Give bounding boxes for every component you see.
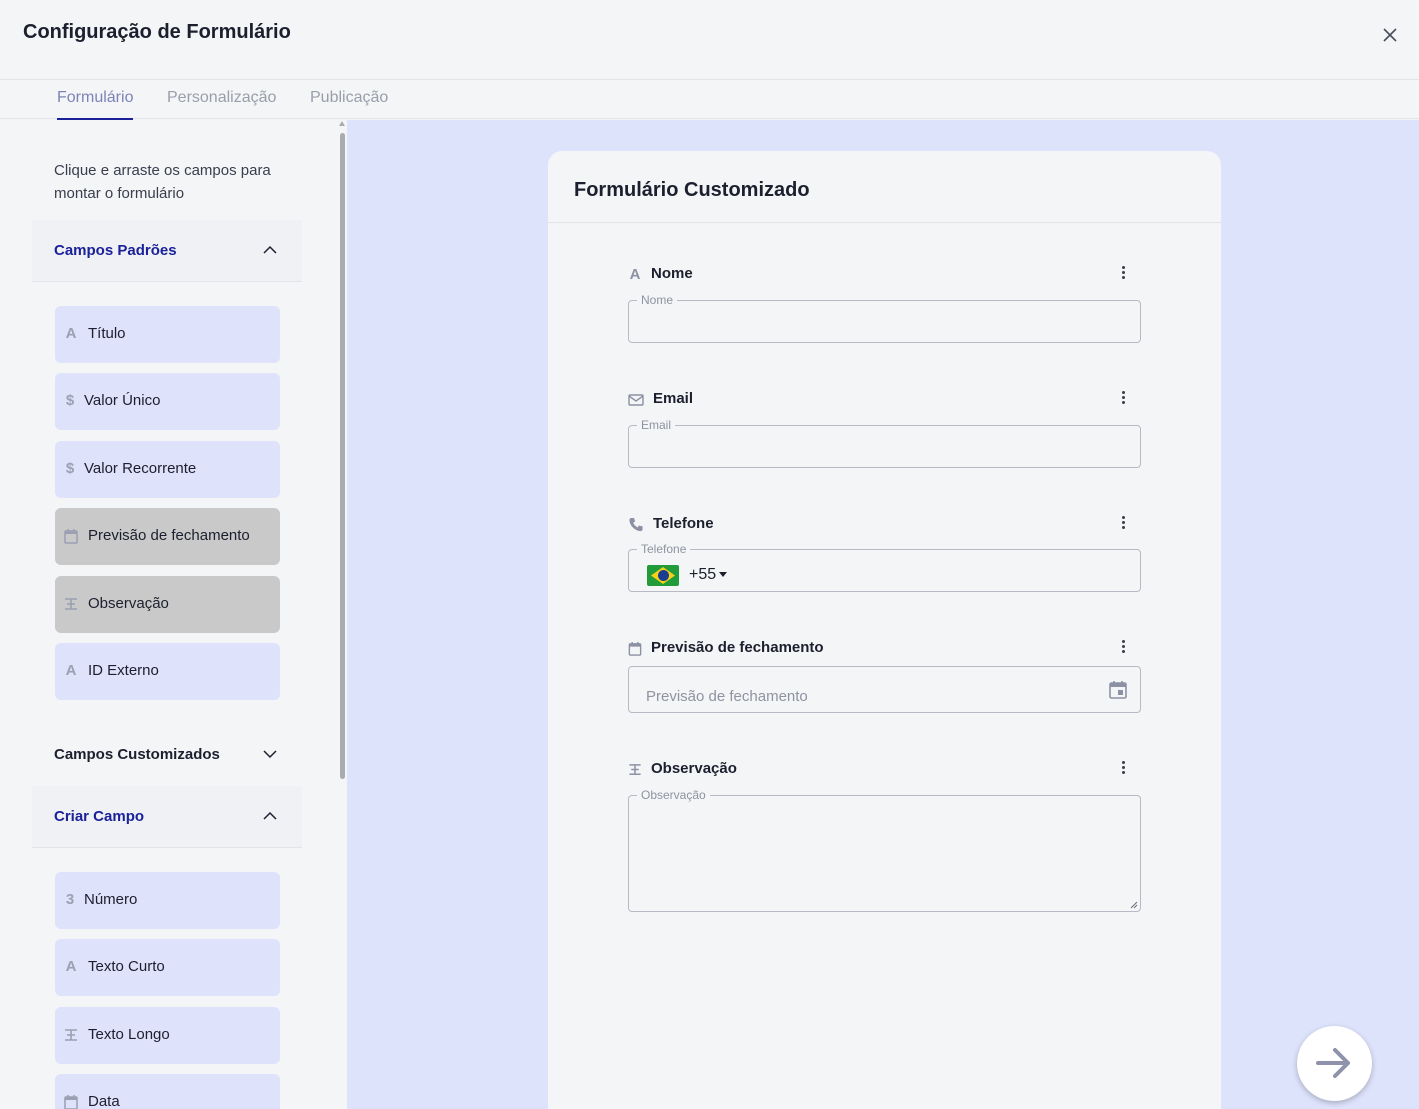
sidebar-hint: Clique e arraste os campos para montar o… [54, 162, 271, 202]
field-button-id-externo[interactable]: A ID Externo [55, 643, 280, 700]
dialog-title: Configuração de Formulário [23, 21, 291, 43]
field-legend: Email [637, 418, 676, 432]
field-button-label: Texto Longo [88, 1026, 170, 1043]
arrow-right-icon [1316, 1048, 1350, 1078]
field-header: Previsão de fechamento [628, 638, 1141, 660]
observacao-input-wrapper: Observação [628, 788, 1141, 912]
tab-publicacao[interactable]: Publicação [310, 89, 388, 119]
section-label: Campos Customizados [54, 746, 220, 763]
calendar-picker-icon[interactable] [1109, 680, 1127, 699]
dollar-icon: $ [65, 460, 75, 477]
observacao-textarea[interactable] [629, 796, 1140, 911]
divider [548, 222, 1221, 223]
tab-formulario[interactable]: Formulário [57, 89, 134, 120]
dialog-header: Configuração de Formulário [0, 0, 1419, 80]
more-options-icon[interactable] [1122, 640, 1126, 656]
field-button-valor-recorrente[interactable]: $ Valor Recorrente [55, 441, 280, 498]
caret-down-icon[interactable] [719, 572, 727, 577]
more-options-icon[interactable] [1122, 391, 1126, 407]
previsao-date-input[interactable]: Previsão de fechamento [646, 688, 808, 705]
form-field-email: Email Email [628, 389, 1141, 469]
scroll-up-arrow[interactable] [339, 121, 345, 126]
field-label: Nome [651, 265, 693, 282]
sidebar-scrollbar[interactable] [340, 133, 345, 779]
field-header: Telefone [628, 514, 1141, 536]
section-campos-padroes[interactable]: Campos Padrões [32, 220, 302, 282]
number-icon: 3 [65, 891, 75, 908]
field-legend: Telefone [637, 542, 691, 556]
form-field-observacao: Observação Observação [628, 759, 1141, 919]
field-button-label: Número [84, 891, 138, 908]
more-options-icon[interactable] [1122, 761, 1126, 777]
dial-code[interactable]: +55 [689, 566, 716, 584]
long-text-icon [65, 598, 77, 610]
field-button-texto-longo[interactable]: Texto Longo [55, 1007, 280, 1064]
fields-sidebar: Clique e arraste os campos para montar o… [0, 120, 347, 1109]
section-label: Criar Campo [54, 808, 145, 825]
field-button-data[interactable]: Data [55, 1074, 280, 1109]
field-button-label: Valor Único [84, 392, 161, 409]
calendar-icon [64, 1095, 78, 1109]
section-criar-campo[interactable]: Criar Campo [32, 786, 302, 848]
field-button-observacao[interactable]: Observação [55, 576, 280, 633]
calendar-icon [628, 641, 642, 656]
more-options-icon[interactable] [1122, 516, 1126, 532]
section-campos-customizados[interactable]: Campos Customizados [32, 724, 302, 786]
text-icon: A [629, 266, 641, 283]
telefone-input-wrapper: Telefone +55 [628, 542, 1141, 592]
field-button-label: Título [88, 325, 126, 342]
nome-input-wrapper: Nome [628, 293, 1141, 343]
previsao-input-wrapper[interactable]: Previsão de fechamento [628, 666, 1141, 713]
field-button-label: Valor Recorrente [84, 460, 197, 477]
resize-handle-icon[interactable] [1130, 901, 1138, 909]
field-label: Previsão de fechamento [651, 639, 824, 656]
field-button-titulo[interactable]: A Título [55, 306, 280, 363]
field-button-label: Observação [88, 595, 169, 612]
chevron-up-icon [263, 811, 277, 820]
more-options-icon[interactable] [1122, 266, 1126, 282]
field-button-previsao[interactable]: Previsão de fechamento [55, 508, 280, 565]
close-icon[interactable] [1381, 26, 1399, 44]
email-input-wrapper: Email [628, 418, 1141, 468]
field-label: Observação [651, 760, 737, 777]
dollar-icon: $ [65, 392, 75, 409]
calendar-icon [64, 529, 78, 544]
long-text-icon [65, 1029, 77, 1041]
form-field-previsao: Previsão de fechamento Previsão de fecha… [628, 638, 1141, 718]
section-label: Campos Padrões [54, 242, 177, 259]
field-button-numero[interactable]: 3 Número [55, 872, 280, 929]
field-button-label: Texto Curto [88, 958, 165, 975]
field-label: Telefone [653, 515, 714, 532]
next-button[interactable] [1297, 1026, 1372, 1101]
field-legend: Nome [637, 293, 678, 307]
form-field-nome: A Nome Nome [628, 264, 1141, 344]
field-header: A Nome [628, 264, 1141, 286]
field-header: Observação [628, 759, 1141, 781]
field-header: Email [628, 389, 1141, 411]
phone-icon [629, 517, 643, 532]
form-card: Formulário Customizado A Nome Nome Email… [548, 151, 1221, 1109]
field-button-label: ID Externo [88, 662, 159, 679]
chevron-up-icon [263, 245, 277, 254]
field-button-valor-unico[interactable]: $ Valor Único [55, 373, 280, 430]
tab-bar: Formulário Personalização Publicação [0, 80, 1419, 120]
tab-personalizacao[interactable]: Personalização [167, 89, 276, 119]
field-button-label: Previsão de fechamento [88, 527, 250, 544]
brazil-flag-icon[interactable] [647, 565, 679, 586]
long-text-icon [629, 764, 641, 775]
field-button-texto-curto[interactable]: A Texto Curto [55, 939, 280, 996]
text-icon: A [65, 662, 77, 679]
text-icon: A [65, 958, 77, 975]
field-label: Email [653, 390, 694, 407]
mail-icon [628, 394, 644, 406]
chevron-down-icon [263, 750, 277, 759]
text-icon: A [65, 325, 77, 342]
email-input[interactable] [629, 426, 1140, 467]
field-legend: Observação [637, 788, 710, 802]
nome-input[interactable] [629, 301, 1140, 342]
form-field-telefone: Telefone Telefone +55 [628, 514, 1141, 594]
field-button-label: Data [88, 1093, 120, 1109]
form-title: Formulário Customizado [574, 179, 810, 201]
